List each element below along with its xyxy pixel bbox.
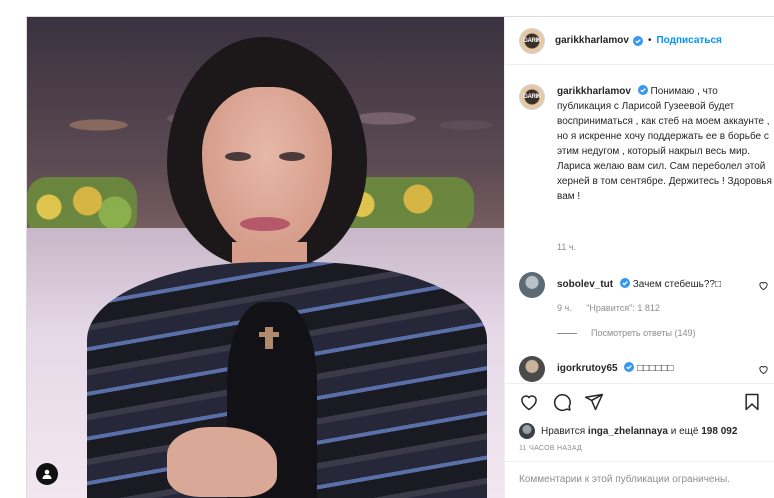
photo-eye-right bbox=[279, 152, 305, 161]
likes-mid: и ещё bbox=[670, 425, 699, 437]
comment-button[interactable] bbox=[552, 392, 572, 412]
like-button[interactable] bbox=[519, 392, 539, 412]
comment-like-heart-icon[interactable] bbox=[758, 280, 769, 291]
paper-plane-icon bbox=[584, 393, 604, 411]
save-button[interactable] bbox=[742, 392, 762, 412]
commenter-username[interactable]: igorkrutoy65 bbox=[557, 363, 618, 374]
caption-body: Понимаю , что публикация с Ларисой Гузее… bbox=[557, 86, 772, 202]
commenter-avatar[interactable] bbox=[519, 272, 545, 298]
avatar-label: GARIK bbox=[523, 37, 541, 44]
comment-text: sobolev_tut Зачем стебешь??□ bbox=[557, 278, 721, 290]
post-dialog: GARIK garikkharlamov • Подписаться GARIK… bbox=[26, 16, 774, 498]
action-bar bbox=[505, 383, 774, 419]
verified-badge-icon bbox=[637, 85, 648, 95]
commenter-avatar[interactable] bbox=[519, 356, 545, 382]
commenter-username[interactable]: sobolev_tut bbox=[557, 279, 613, 290]
view-replies-button[interactable]: Посмотреть ответы (149) bbox=[557, 328, 696, 338]
photo-eye-left bbox=[225, 152, 251, 161]
photo-hand bbox=[167, 427, 277, 497]
heart-icon bbox=[521, 395, 537, 411]
post-timestamp[interactable]: 11 ЧАСОВ НАЗАД bbox=[519, 445, 582, 452]
comments-list[interactable]: GARIK garikkharlamov Понимаю , что публи… bbox=[505, 66, 774, 383]
comment-text: igorkrutoy65 □□□□□□ bbox=[557, 362, 673, 374]
author-avatar[interactable]: GARIK bbox=[519, 27, 545, 54]
comment-emoji: □ bbox=[714, 279, 721, 290]
author-username[interactable]: garikkharlamov bbox=[555, 35, 629, 46]
likes-summary[interactable]: Нравится inga_zhelannaya и ещё 198 092 bbox=[519, 423, 737, 439]
comment-bubble-icon bbox=[553, 394, 571, 412]
follow-button[interactable]: Подписаться bbox=[656, 35, 721, 46]
caption-author-avatar[interactable]: GARIK bbox=[519, 84, 545, 110]
liker-avatar bbox=[519, 423, 535, 439]
photo-lips bbox=[240, 217, 290, 231]
comment-body: □□□□□□ bbox=[637, 363, 674, 374]
comment-meta: 9 ч. "Нравится": 1 812 bbox=[557, 303, 660, 313]
caption-author[interactable]: garikkharlamov bbox=[557, 86, 631, 97]
comment-time: 9 ч. bbox=[557, 303, 572, 313]
bookmark-icon bbox=[745, 393, 759, 411]
verified-badge-icon bbox=[624, 362, 635, 372]
likes-count[interactable]: 198 092 bbox=[701, 426, 737, 437]
post-side-panel: GARIK garikkharlamov • Подписаться GARIK… bbox=[504, 17, 774, 498]
likes-prefix: Нравится bbox=[541, 425, 586, 437]
replies-line bbox=[557, 332, 577, 334]
likes-user[interactable]: inga_zhelannaya bbox=[588, 426, 668, 437]
caption-time: 11 ч. bbox=[557, 242, 577, 252]
caption-avatar-label: GARIK bbox=[523, 94, 541, 100]
tagged-user-icon[interactable] bbox=[36, 463, 58, 485]
photo-cross-pendant bbox=[259, 327, 279, 349]
header-separator: • bbox=[647, 35, 652, 46]
comment-like-heart-icon[interactable] bbox=[758, 364, 769, 375]
caption-text: garikkharlamov Понимаю , что публикация … bbox=[557, 84, 773, 204]
post-header: GARIK garikkharlamov • Подписаться bbox=[505, 17, 774, 65]
comments-limited-notice: Комментарии к этой публикации ограничены… bbox=[505, 461, 774, 498]
share-button[interactable] bbox=[584, 392, 604, 412]
comment-body: Зачем стебешь?? bbox=[632, 279, 715, 290]
verified-badge-icon bbox=[619, 278, 630, 288]
post-photo[interactable] bbox=[27, 17, 504, 498]
comment-likes[interactable]: "Нравится": 1 812 bbox=[586, 303, 660, 313]
verified-badge-icon bbox=[632, 35, 643, 46]
view-replies-label: Посмотреть ответы (149) bbox=[591, 328, 696, 338]
